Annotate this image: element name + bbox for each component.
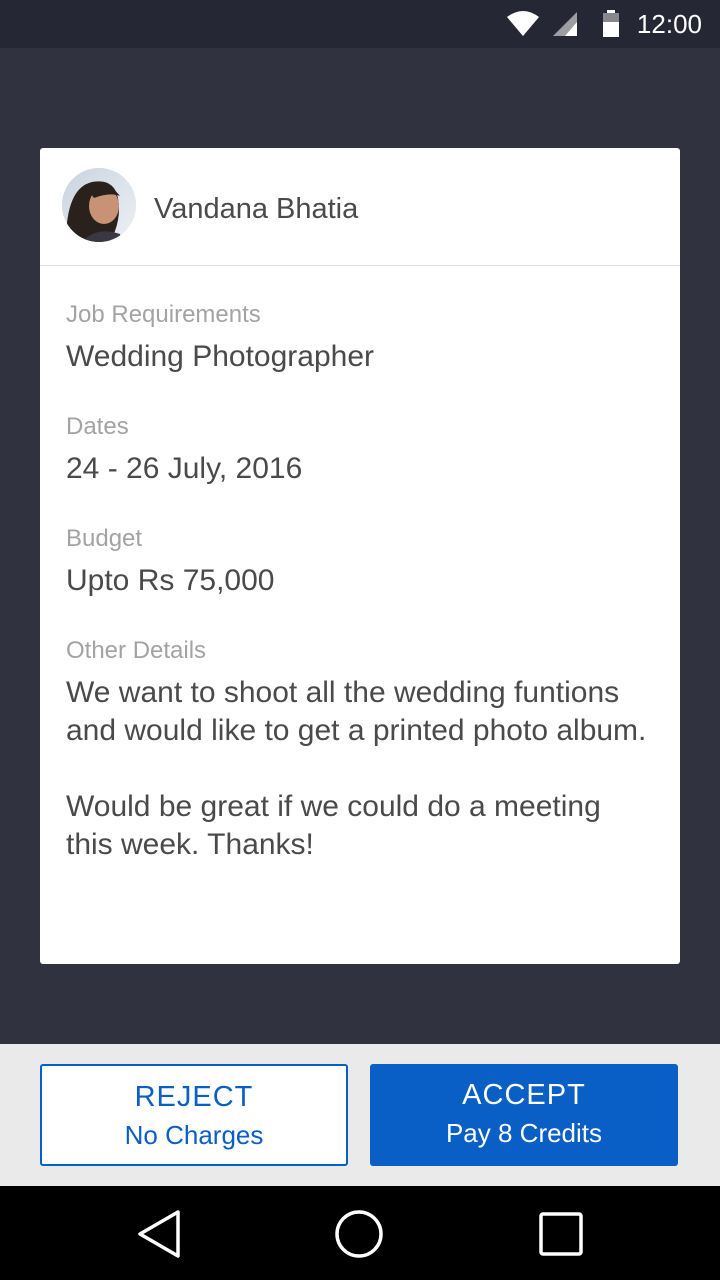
job-requirements-value: Wedding Photographer bbox=[66, 340, 374, 373]
request-screen: Vandana Bhatia Job Requirements Wedding … bbox=[0, 48, 720, 1044]
other-details-label: Other Details bbox=[66, 637, 207, 664]
wifi-icon bbox=[507, 11, 539, 36]
back-icon[interactable] bbox=[132, 1206, 188, 1262]
accept-button[interactable]: ACCEPT Pay 8 Credits bbox=[370, 1064, 678, 1166]
other-details-value: We want to shoot all the wedding funtion… bbox=[66, 676, 647, 861]
battery-icon bbox=[603, 10, 619, 37]
job-requirements-field: Job Requirements Wedding Photographer bbox=[66, 300, 654, 376]
budget-value: Upto Rs 75,000 bbox=[66, 564, 275, 597]
action-bar: REJECT No Charges ACCEPT Pay 8 Credits bbox=[0, 1044, 720, 1186]
request-details: Job Requirements Wedding Photographer Da… bbox=[40, 266, 680, 864]
request-card: Vandana Bhatia Job Requirements Wedding … bbox=[40, 148, 680, 964]
reject-button-subtitle: No Charges bbox=[124, 1120, 264, 1150]
dates-field: Dates 24 - 26 July, 2016 bbox=[66, 412, 654, 488]
home-icon[interactable] bbox=[331, 1206, 387, 1262]
signal-icon bbox=[553, 12, 577, 36]
dates-value: 24 - 26 July, 2016 bbox=[66, 452, 303, 485]
budget-label: Budget bbox=[66, 525, 143, 552]
status-bar: 12:00 bbox=[0, 0, 720, 48]
card-header: Vandana Bhatia bbox=[40, 148, 680, 266]
reject-button-label: REJECT bbox=[134, 1081, 254, 1113]
other-details-field: Other Details We want to shoot all the w… bbox=[66, 636, 654, 864]
avatar[interactable] bbox=[62, 168, 136, 242]
status-time: 12:00 bbox=[636, 9, 702, 39]
budget-field: Budget Upto Rs 75,000 bbox=[66, 524, 654, 600]
job-requirements-label: Job Requirements bbox=[66, 301, 261, 328]
accept-button-label: ACCEPT bbox=[462, 1079, 586, 1111]
navigation-bar bbox=[0, 1186, 720, 1280]
reject-button[interactable]: REJECT No Charges bbox=[40, 1064, 348, 1166]
avatar-photo bbox=[62, 168, 136, 242]
user-name: Vandana Bhatia bbox=[154, 193, 359, 225]
recents-icon[interactable] bbox=[533, 1206, 589, 1262]
accept-button-subtitle: Pay 8 Credits bbox=[445, 1118, 603, 1148]
dates-label: Dates bbox=[66, 413, 129, 440]
